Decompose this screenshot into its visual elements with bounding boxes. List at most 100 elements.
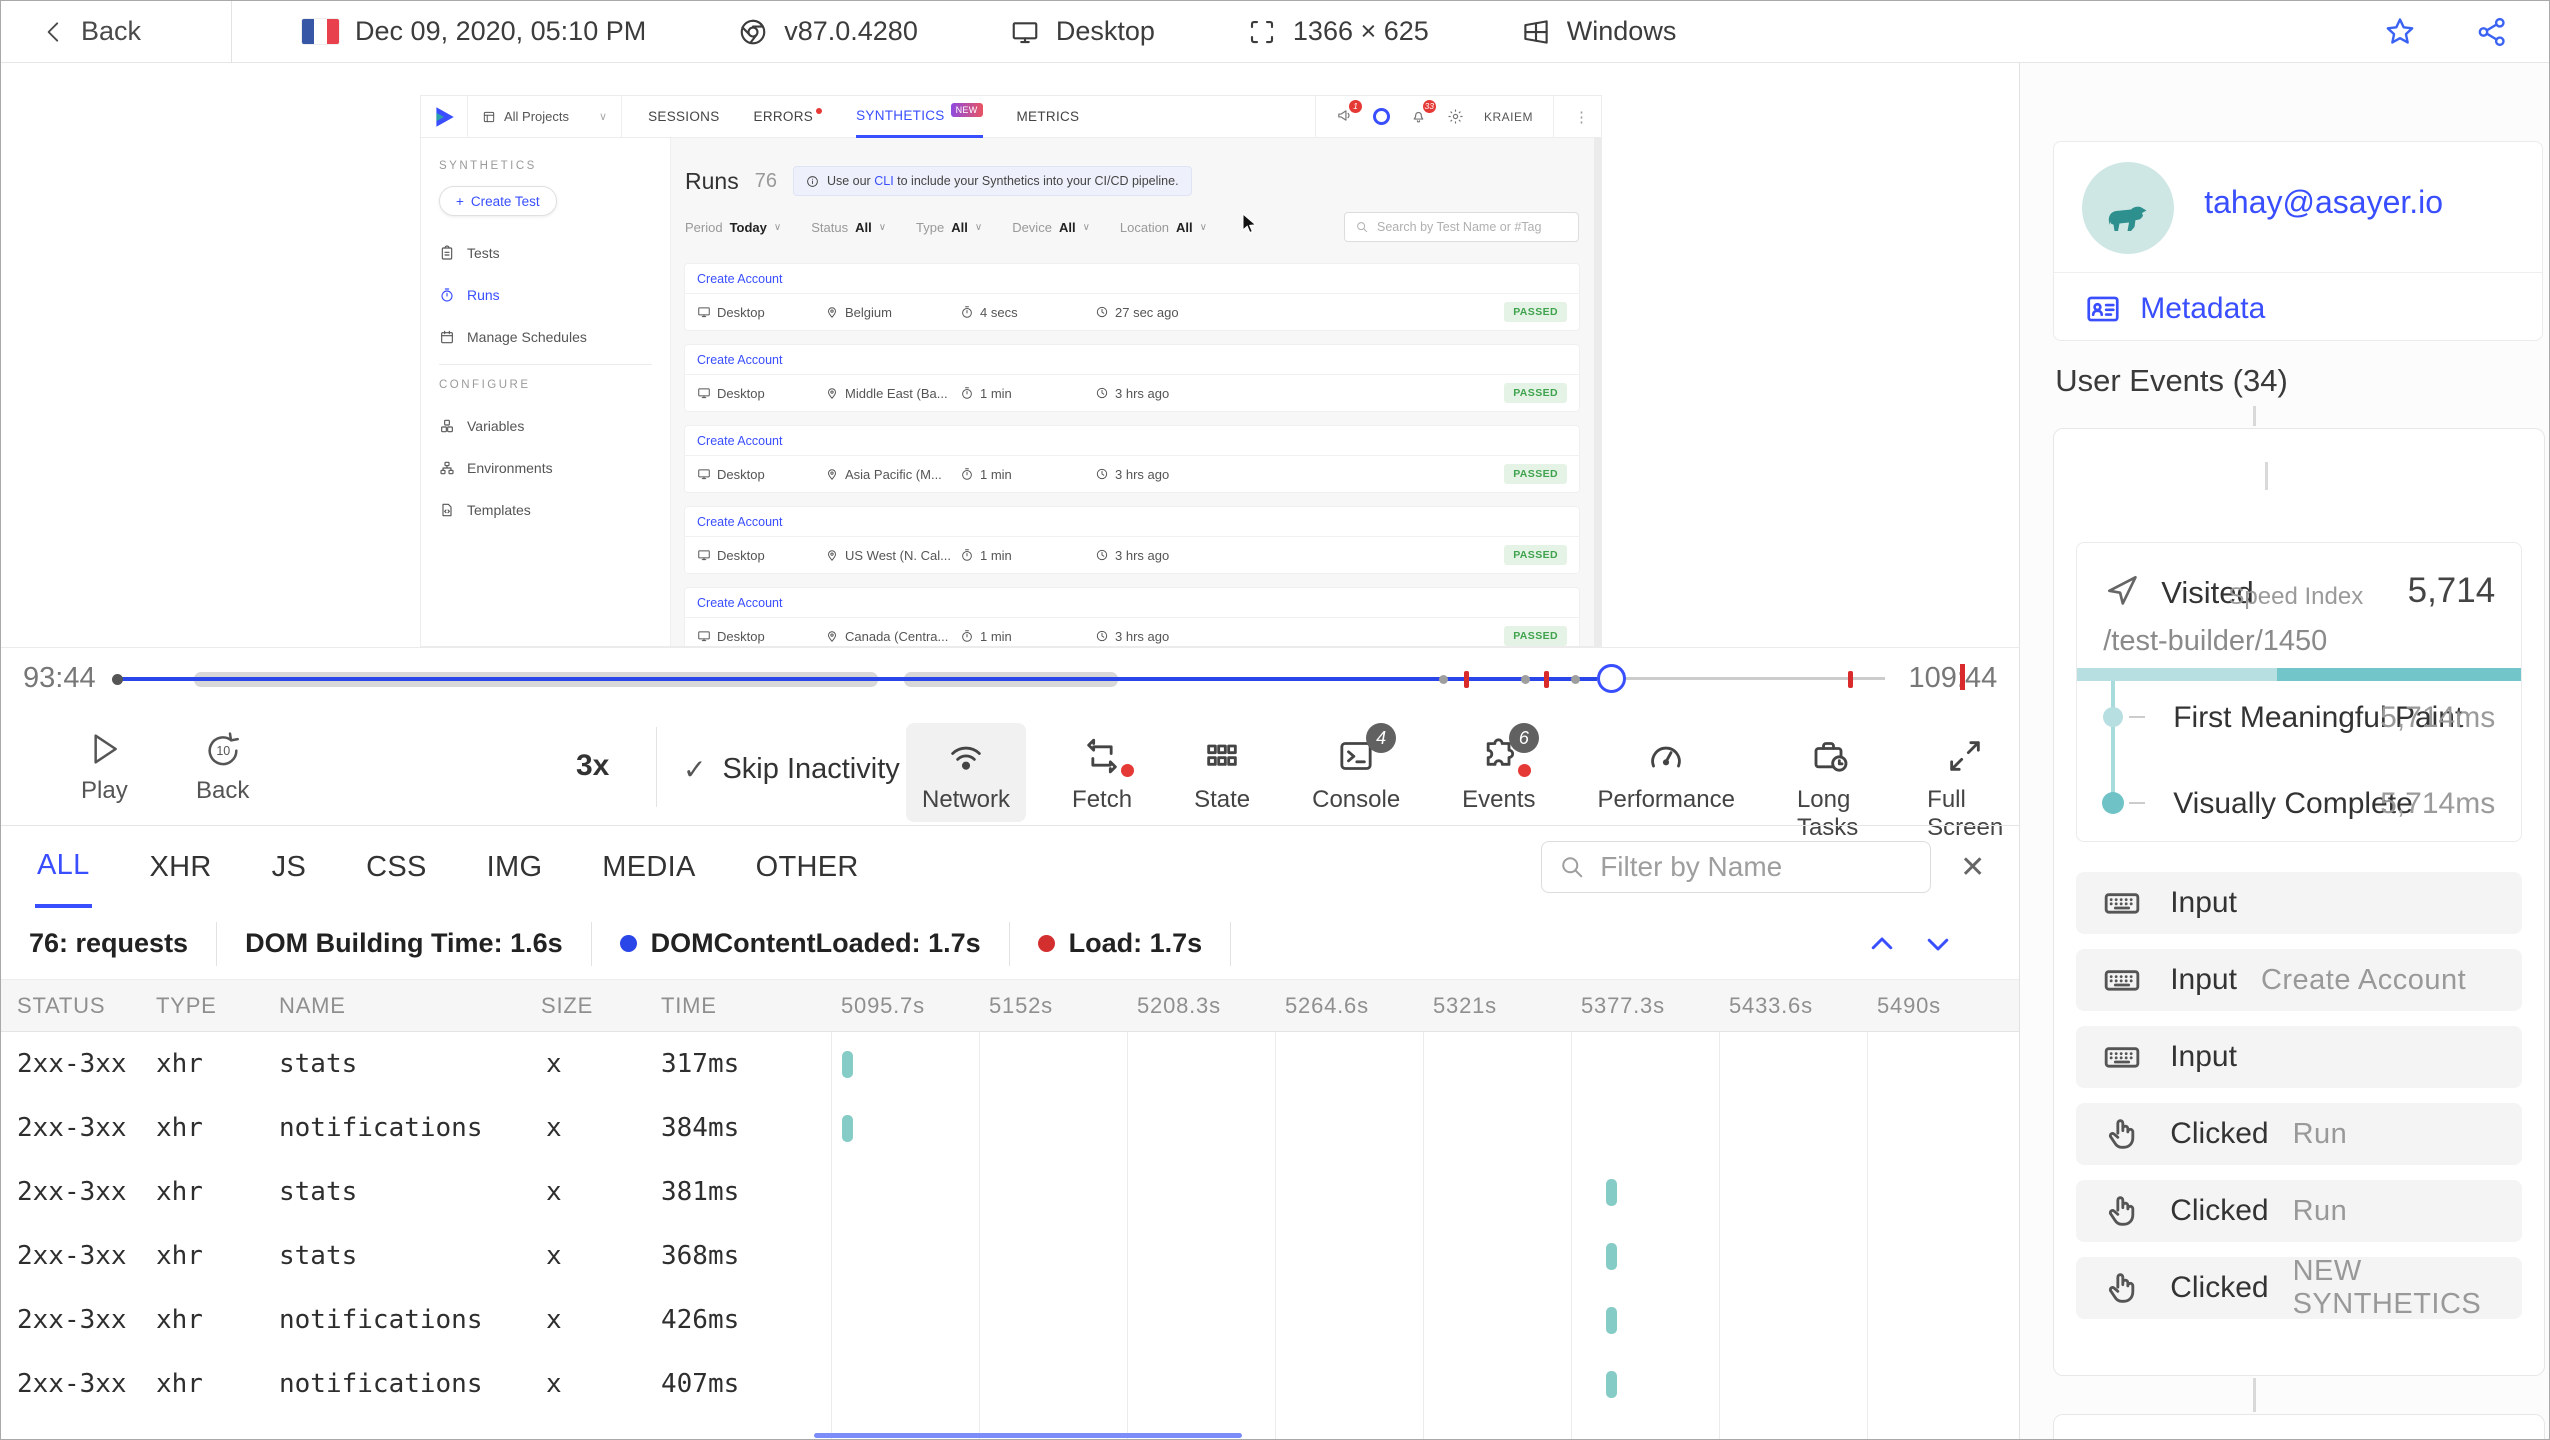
fetch-icon: [1087, 738, 1117, 774]
create-test-button[interactable]: + Create Test: [439, 186, 557, 216]
filter-type[interactable]: Type All ∨: [916, 220, 982, 235]
project-selector[interactable]: All Projects ∨: [467, 96, 623, 138]
requests-count: 76: requests: [1, 921, 218, 966]
user-menu[interactable]: KRAIEM: [1484, 110, 1533, 124]
run-row[interactable]: Desktop Canada (Centra... 1 min 3 hrs ag…: [685, 618, 1579, 646]
top-bar: Back Dec 09, 2020, 05:10 PM v87.0.4280 D…: [1, 1, 2549, 63]
click-event-row[interactable]: Clicked NEW SYNTHETICS: [2076, 1255, 2523, 1320]
tab-synthetics[interactable]: SYNTHETICS NEW: [856, 96, 983, 138]
kebab-menu-icon[interactable]: ⋮: [1574, 108, 1589, 126]
share-icon[interactable]: [2475, 15, 2509, 49]
network-table: STATUS TYPE NAME SIZE TIME 5095.7s 5152s…: [1, 980, 2020, 1439]
state-panel-button[interactable]: State: [1178, 723, 1266, 822]
divider: [439, 364, 652, 365]
run-row[interactable]: Desktop US West (N. Cal... 1 min 3 hrs a…: [685, 537, 1579, 573]
input-event-row[interactable]: Input Create Account: [2076, 949, 2523, 1011]
favorite-star-icon[interactable]: [2383, 15, 2417, 49]
back-button[interactable]: Back: [41, 16, 141, 47]
navigation-icon: [2108, 575, 2138, 605]
test-search-input[interactable]: Search by Test Name or #Tag: [1344, 212, 1579, 242]
run-row[interactable]: Desktop Asia Pacific (M... 1 min 3 hrs a…: [685, 456, 1579, 492]
events-panel-button[interactable]: 6 Events: [1446, 723, 1551, 822]
tab-other[interactable]: OTHER: [754, 829, 861, 906]
tab-xhr[interactable]: XHR: [148, 829, 214, 906]
timeline-track[interactable]: [111, 662, 1891, 696]
network-panel-button[interactable]: Network: [906, 723, 1027, 822]
sidebar-item-manage-schedules[interactable]: Manage Schedules: [439, 316, 670, 358]
waterfall-bar: [1606, 1307, 1617, 1334]
network-request-row[interactable]: 2xx-3xx xhr stats x 368ms: [1, 1224, 2019, 1288]
run-row[interactable]: Desktop Middle East (Ba... 1 min 3 hrs a…: [685, 375, 1579, 411]
back-10s-button[interactable]: 10 Back: [196, 729, 249, 805]
session-info-sidebar: tahay@asayer.io Metadata User Events (34…: [2020, 63, 2549, 1439]
playback-speed-button[interactable]: 3x: [576, 749, 609, 783]
tab-js[interactable]: JS: [270, 829, 308, 906]
network-table-header: STATUS TYPE NAME SIZE TIME 5095.7s 5152s…: [1, 980, 2020, 1032]
chevron-up-icon[interactable]: [1867, 929, 1897, 959]
visited-event-card[interactable]: Visited Speed Index 5,714 /test-builder/…: [2076, 542, 2523, 842]
sidebar-item-variables[interactable]: Variables: [439, 405, 670, 447]
cli-link[interactable]: CLI: [874, 174, 893, 188]
tab-css[interactable]: CSS: [364, 829, 429, 906]
event-connector: [2253, 1378, 2257, 1412]
sidebar-item-environments[interactable]: Environments: [439, 447, 670, 489]
network-request-row[interactable]: 2xx-3xx xhr notifications x 426ms: [1, 1288, 2019, 1352]
scrollbar[interactable]: [1594, 138, 1601, 646]
sidebar-item-runs[interactable]: Runs: [439, 274, 670, 316]
red-dot-icon: [1037, 935, 1055, 952]
filter-period[interactable]: Period Today ∨: [685, 220, 781, 235]
horizontal-scrollbar[interactable]: [814, 1433, 1242, 1438]
performance-panel-button[interactable]: Performance: [1582, 723, 1751, 822]
network-request-row[interactable]: 2xx-3xx xhr notifications x 384ms: [1, 1096, 2019, 1160]
divider: [1314, 96, 1316, 138]
network-request-row[interactable]: 2xx-3xx xhr stats x 317ms: [1, 1032, 2019, 1096]
run-name-link[interactable]: Create Account: [685, 588, 1579, 618]
monitor-icon: [698, 307, 710, 318]
close-panel-button[interactable]: ✕: [1960, 850, 1985, 885]
gear-icon[interactable]: [1447, 108, 1464, 125]
tab-errors[interactable]: ERRORS: [754, 96, 823, 138]
fetch-panel-button[interactable]: Fetch: [1056, 723, 1148, 822]
screen-size-icon: [1250, 20, 1273, 43]
run-row[interactable]: Desktop Belgium 4 secs 27 sec ago PASSED: [685, 294, 1579, 330]
sidebar-item-tests[interactable]: Tests: [439, 232, 670, 274]
filter-location[interactable]: Location All ∨: [1120, 220, 1207, 235]
tab-all[interactable]: ALL: [35, 827, 92, 908]
metadata-button[interactable]: Metadata: [2084, 290, 2265, 328]
filter-status[interactable]: Status All ∨: [811, 220, 886, 235]
console-panel-button[interactable]: 4 Console: [1296, 723, 1416, 822]
chevron-down-icon: ∨: [599, 111, 608, 123]
click-hand-icon: [2109, 1196, 2135, 1226]
network-request-row[interactable]: 2xx-3xx xhr stats x 381ms: [1, 1160, 2019, 1224]
chevron-down-icon[interactable]: [1923, 929, 1953, 959]
input-event-row[interactable]: Input: [2076, 1026, 2523, 1088]
run-name-link[interactable]: Create Account: [685, 426, 1579, 456]
location-pin-icon: [828, 307, 836, 318]
tab-metrics[interactable]: METRICS: [1017, 96, 1080, 138]
fmp-value: 5,714ms: [2380, 701, 2496, 734]
dom-building-time: DOM Building Time: 1.6s: [217, 921, 592, 966]
project-selector-label: All Projects: [504, 109, 570, 124]
skip-inactivity-toggle[interactable]: ✓ Skip Inactivity: [683, 753, 900, 786]
run-name-link[interactable]: Create Account: [685, 264, 1579, 294]
network-request-row[interactable]: 2xx-3xx xhr notifications x 407ms: [1, 1352, 2019, 1416]
stopwatch-icon: [962, 549, 972, 561]
run-name-link[interactable]: Create Account: [685, 507, 1579, 537]
timeline-scrubber[interactable]: [1597, 664, 1627, 693]
notification-dot: [1517, 764, 1531, 777]
announcements-button[interactable]: 1: [1336, 99, 1362, 127]
tab-media[interactable]: MEDIA: [600, 829, 697, 906]
filter-device[interactable]: Device All ∨: [1012, 220, 1090, 235]
click-event-row[interactable]: Clicked Run: [2076, 1103, 2523, 1165]
click-event-row[interactable]: Clicked Run: [2076, 1180, 2523, 1242]
user-email-link[interactable]: tahay@asayer.io: [2204, 184, 2443, 221]
notifications-button[interactable]: 33: [1410, 99, 1436, 127]
play-button[interactable]: Play: [81, 729, 128, 805]
top-bar-actions: [2383, 15, 2509, 49]
sidebar-item-templates[interactable]: Templates: [439, 489, 670, 531]
tab-sessions[interactable]: SESSIONS: [648, 96, 719, 138]
input-event-row[interactable]: Input: [2076, 872, 2523, 934]
run-name-link[interactable]: Create Account: [685, 345, 1579, 375]
tab-img[interactable]: IMG: [485, 829, 545, 906]
filter-by-name-input[interactable]: Filter by Name: [1541, 841, 1932, 893]
